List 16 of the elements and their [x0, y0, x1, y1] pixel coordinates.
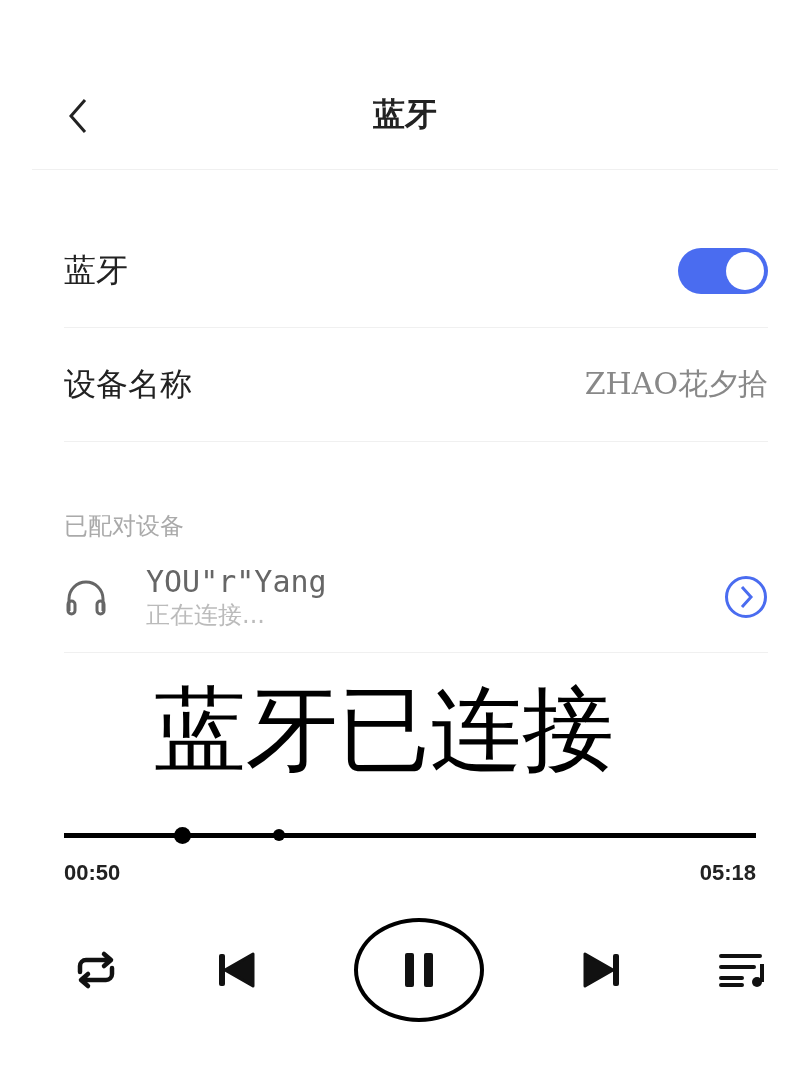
back-icon[interactable]: [68, 98, 88, 134]
setting-label: 设备名称: [64, 363, 192, 405]
previous-icon[interactable]: [217, 952, 257, 989]
overlay-caption: 蓝牙已连接: [153, 675, 615, 785]
setting-label: 蓝牙: [64, 249, 128, 291]
chevron-circle-icon[interactable]: [724, 575, 768, 619]
elapsed-time: 00:50: [64, 860, 121, 887]
bluetooth-toggle[interactable]: [678, 247, 768, 294]
next-icon[interactable]: [581, 952, 621, 989]
device-name: YOU"r"Yang: [146, 563, 328, 599]
total-time: 05:18: [699, 860, 756, 887]
page-title: 蓝牙: [373, 93, 437, 135]
section-label: 已配对设备: [64, 511, 185, 542]
device-status: 正在连接...: [146, 599, 266, 631]
progress-thumb[interactable]: [173, 827, 191, 845]
device-name-value: ZHAO花夕拾: [584, 365, 768, 403]
